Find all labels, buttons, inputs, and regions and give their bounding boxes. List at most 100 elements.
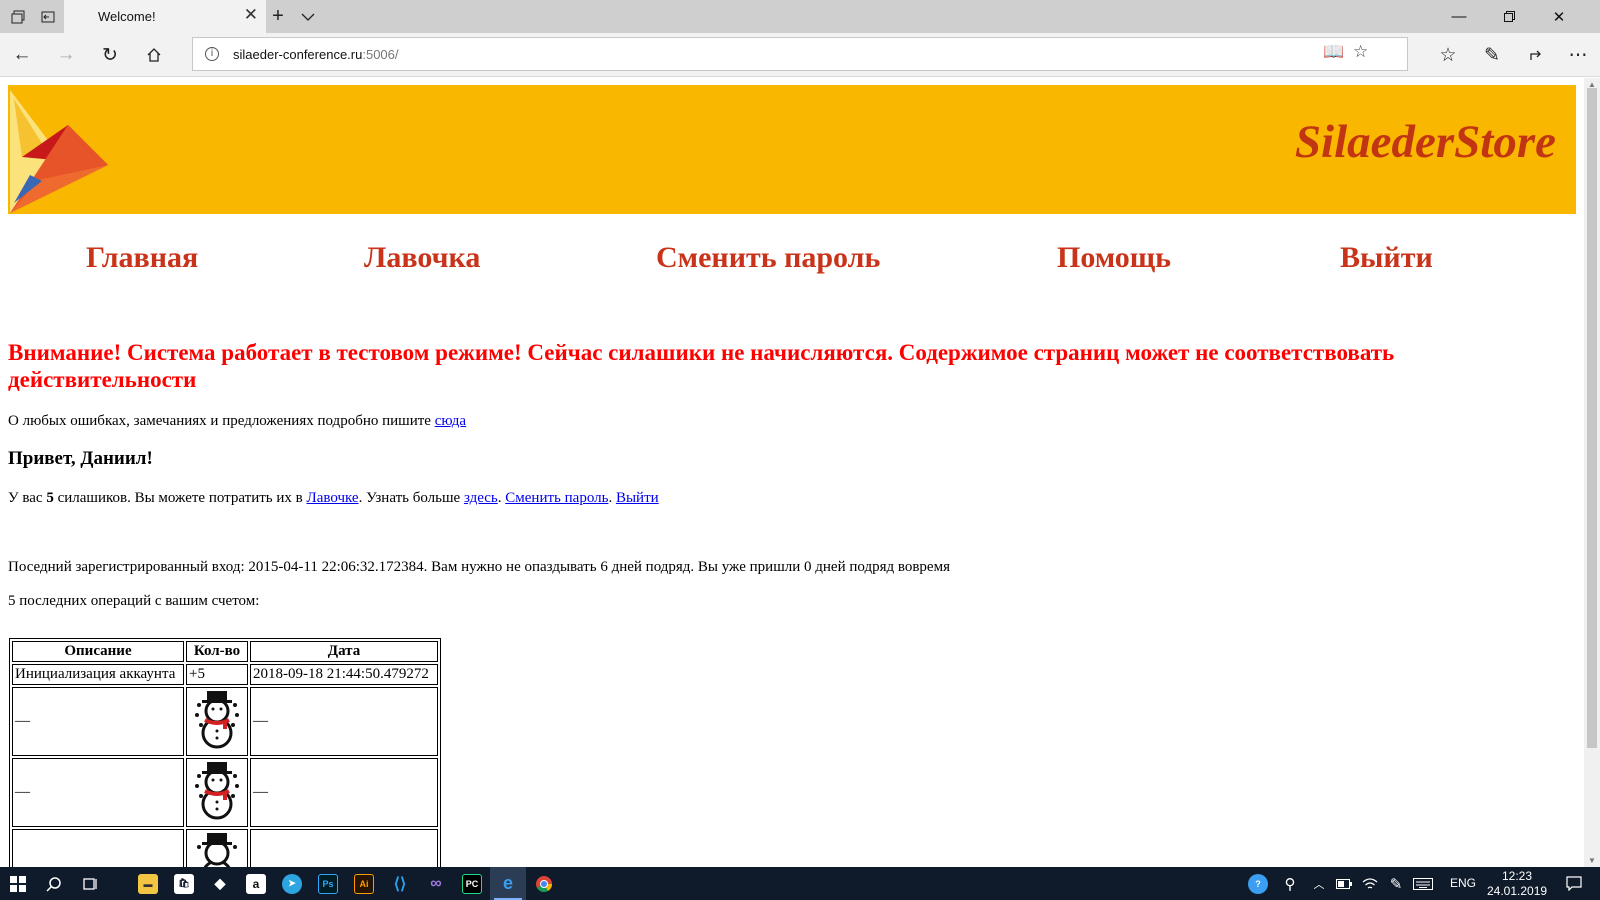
row-quantity: +5 (186, 664, 248, 685)
learn-more-link[interactable]: здесь (464, 490, 498, 506)
address-host: silaeder-conference.ru (233, 47, 363, 62)
people-icon[interactable]: ⚲ (1276, 867, 1304, 900)
operations-caption: 5 последних операций с вашим счетом: (8, 593, 260, 609)
learn-more-text: . Узнать больше (358, 490, 461, 506)
amazon-icon[interactable]: a (238, 867, 274, 900)
chrome-icon[interactable] (526, 867, 562, 900)
balance-prefix: У вас (8, 490, 43, 506)
illustrator-icon[interactable]: Ai (346, 867, 382, 900)
row-description (12, 829, 184, 867)
column-header-quantity: Кол-во (186, 641, 248, 662)
logout-link[interactable]: Выйти (616, 490, 659, 506)
row-date: — (250, 758, 438, 827)
windows-start-icon[interactable] (0, 867, 36, 900)
edge-icon[interactable]: e (490, 867, 526, 900)
balance-amount: 5 (46, 490, 54, 506)
clock-time[interactable]: 12:23 (1502, 869, 1532, 883)
page-content: SilaederStore Главная Лавочка Сменить па… (0, 78, 1584, 867)
table-row (12, 829, 438, 867)
search-icon[interactable] (36, 867, 72, 900)
row-date: — (250, 687, 438, 756)
forward-icon[interactable]: → (44, 33, 88, 77)
address-bar[interactable]: i silaeder-conference.ru:5006/ 📖 ☆ (192, 37, 1408, 71)
site-banner: SilaederStore (8, 85, 1576, 214)
site-logo (10, 90, 108, 213)
help-icon[interactable]: ? (1244, 867, 1272, 900)
table-row: Инициализация аккаунта +5 2018-09-18 21:… (12, 664, 438, 685)
new-tab-icon[interactable]: + (266, 0, 290, 33)
browser-tab-bar: Welcome! ✕ + — ✕ (0, 0, 1600, 33)
tab-manager-icon[interactable] (4, 0, 32, 33)
column-header-date: Дата (250, 641, 438, 662)
favorites-hub-icon[interactable]: ☆ (1426, 33, 1470, 77)
visual-studio-icon[interactable]: ∞ (418, 867, 454, 900)
reading-view-icon[interactable]: 📖 (1323, 42, 1344, 62)
browser-nav-bar: ← → ↻ i silaeder-conference.ru:5006/ 📖 ☆… (0, 33, 1600, 77)
feedback-link[interactable]: сюда (435, 413, 466, 429)
action-center-icon[interactable] (1556, 867, 1592, 900)
scrollbar-thumb[interactable] (1587, 88, 1597, 748)
site-brand-title: SilaederStore (1294, 116, 1556, 168)
row-description: Инициализация аккаунта (12, 664, 184, 685)
pen-notes-icon[interactable]: ✎ (1470, 33, 1514, 77)
keyboard-icon[interactable] (1410, 867, 1436, 900)
change-password-link[interactable]: Сменить пароль (505, 490, 608, 506)
operations-table: Описание Кол-во Дата Инициализация аккау… (9, 638, 441, 867)
windows-taskbar: ▬ 🛍 ◆ a ➤ Ps Ai ⟨⟩ ∞ PC e ? ⚲ ︿ ✎ ENG 12… (0, 867, 1600, 900)
wifi-icon[interactable] (1358, 867, 1382, 900)
file-explorer-icon[interactable]: ▬ (130, 867, 166, 900)
test-mode-warning: Внимание! Система работает в тестовом ре… (8, 340, 1395, 392)
pen-icon[interactable]: ✎ (1384, 867, 1408, 900)
photoshop-icon[interactable]: Ps (310, 867, 346, 900)
tray-chevron-icon[interactable]: ︿ (1308, 867, 1330, 900)
page-scrollbar[interactable]: ▲ ▼ (1584, 78, 1600, 867)
greeting-heading: Привет, Даниил! (8, 448, 153, 469)
snowman-icon (195, 762, 239, 820)
row-quantity (186, 758, 248, 827)
balance-text: силашиков. Вы можете потратить их в (57, 490, 303, 506)
row-quantity (186, 687, 248, 756)
scroll-down-icon[interactable]: ▼ (1588, 856, 1596, 865)
tab-preview-chevron-icon[interactable] (296, 0, 320, 33)
refresh-icon[interactable]: ↻ (88, 33, 132, 77)
dropbox-icon[interactable]: ◆ (202, 867, 238, 900)
vscode-icon[interactable]: ⟨⟩ (382, 867, 418, 900)
store-icon[interactable]: 🛍 (166, 867, 202, 900)
share-icon[interactable] (1514, 33, 1558, 77)
balance-line: У вас 5 силашиков. Вы можете потратить и… (8, 490, 659, 506)
pycharm-icon[interactable]: PC (454, 867, 490, 900)
last-login-line: Поседний зарегистрированный вход: 2015-0… (8, 559, 950, 575)
battery-icon[interactable] (1332, 867, 1356, 900)
site-info-icon[interactable]: i (205, 47, 219, 61)
column-header-description: Описание (12, 641, 184, 662)
close-window-icon[interactable]: ✕ (1534, 0, 1584, 33)
nav-change-password-link[interactable]: Сменить пароль (656, 241, 880, 275)
nav-shop-link[interactable]: Лавочка (364, 241, 480, 275)
restore-icon[interactable] (1484, 0, 1534, 33)
browser-tab[interactable]: Welcome! ✕ (64, 0, 266, 33)
home-icon[interactable] (132, 33, 176, 77)
address-text[interactable]: silaeder-conference.ru:5006/ (233, 47, 399, 62)
nav-help-link[interactable]: Помощь (1057, 241, 1171, 275)
feedback-line: О любых ошибках, замечаниях и предложени… (8, 413, 466, 430)
row-quantity (186, 829, 248, 867)
row-description: — (12, 758, 184, 827)
shop-link[interactable]: Лавочке (307, 490, 359, 506)
nav-home-link[interactable]: Главная (86, 241, 198, 275)
input-language[interactable]: ENG (1450, 876, 1476, 890)
minimize-icon[interactable]: — (1434, 0, 1484, 33)
tab-close-icon[interactable]: ✕ (244, 5, 258, 25)
favorite-star-icon[interactable]: ☆ (1353, 42, 1368, 62)
row-description: — (12, 687, 184, 756)
nav-logout-link[interactable]: Выйти (1340, 241, 1433, 275)
task-view-icon[interactable] (72, 867, 108, 900)
table-row: — — (12, 687, 438, 756)
back-icon[interactable]: ← (0, 33, 44, 77)
telegram-icon[interactable]: ➤ (274, 867, 310, 900)
set-aside-tabs-icon[interactable] (34, 0, 62, 33)
more-menu-icon[interactable]: ⋯ (1556, 33, 1600, 77)
row-date (250, 829, 438, 867)
row-date: 2018-09-18 21:44:50.479272 (250, 664, 438, 685)
feedback-text: О любых ошибках, замечаниях и предложени… (8, 413, 431, 429)
clock-date[interactable]: 24.01.2019 (1487, 884, 1547, 898)
